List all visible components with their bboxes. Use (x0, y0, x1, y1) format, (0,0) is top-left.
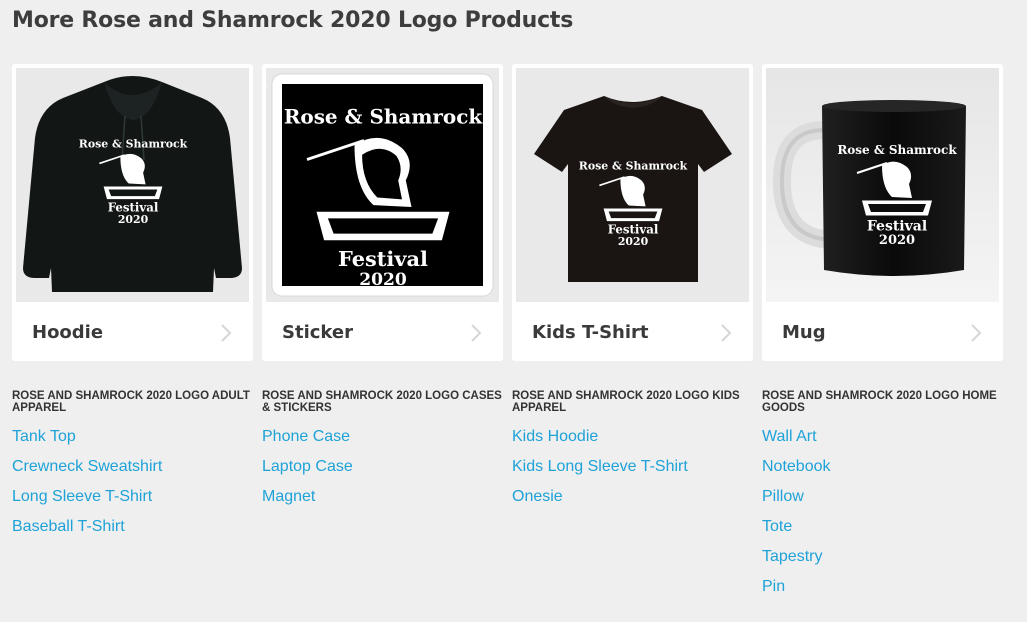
link-long-sleeve-t-shirt[interactable]: Long Sleeve T-Shirt (12, 488, 152, 505)
chevron-right-icon (971, 324, 982, 342)
link-kids-hoodie[interactable]: Kids Hoodie (512, 428, 598, 445)
artwork-text: Rose & Shamrock (284, 104, 484, 128)
product-label-sticker: Sticker (282, 322, 353, 343)
link-laptop-case[interactable]: Laptop Case (262, 458, 353, 475)
link-pillow[interactable]: Pillow (762, 488, 804, 505)
list-item: Crewneck Sweatshirt (12, 458, 253, 488)
link-phone-case[interactable]: Phone Case (262, 428, 350, 445)
link-magnet[interactable]: Magnet (262, 488, 315, 505)
list-item: Phone Case (262, 428, 503, 458)
artwork-text: Rose & Shamrock (79, 137, 188, 150)
hoodie-image: Rose & Shamrock Festival 2020 (16, 68, 249, 302)
list-item: Tote (762, 518, 1003, 548)
category-link-columns: Rose and Shamrock 2020 Logo Adult Appare… (12, 390, 1012, 610)
product-label-kids-t-shirt: Kids T-Shirt (532, 322, 649, 343)
artwork-text: Festival (108, 201, 159, 215)
list-item: Wall Art (762, 428, 1003, 458)
link-baseball-t-shirt[interactable]: Baseball T-Shirt (12, 518, 125, 535)
list-item: Notebook (762, 458, 1003, 488)
product-cards: Rose & Shamrock Festival 2020 Hoodie Ros… (12, 64, 1012, 361)
artwork-text: 2020 (118, 213, 149, 226)
link-tank-top[interactable]: Tank Top (12, 428, 76, 445)
link-tote[interactable]: Tote (762, 518, 792, 535)
link-notebook[interactable]: Notebook (762, 458, 831, 475)
artwork-text: 2020 (879, 233, 915, 248)
category-link-list: Wall Art Notebook Pillow Tote Tapestry P… (762, 428, 1003, 608)
category-adult-apparel: Rose and Shamrock 2020 Logo Adult Appare… (12, 390, 253, 548)
artwork-text: 2020 (618, 235, 649, 248)
mug-image: Rose & Shamrock Festival 2020 (766, 68, 999, 302)
category-link-list: Tank Top Crewneck Sweatshirt Long Sleeve… (12, 428, 253, 548)
product-card-sticker[interactable]: Rose & Shamrock Festival 2020 Sticker (262, 64, 503, 361)
artwork-text: Festival (867, 219, 927, 235)
category-heading: Rose and Shamrock 2020 Logo Cases & Stic… (262, 390, 502, 414)
category-heading: Rose and Shamrock 2020 Logo Home Goods (762, 390, 997, 414)
artwork-text: Rose & Shamrock (579, 159, 688, 172)
product-label-mug: Mug (782, 322, 826, 343)
list-item: Kids Long Sleeve T-Shirt (512, 458, 753, 488)
list-item: Tapestry (762, 548, 1003, 578)
product-label-hoodie: Hoodie (32, 322, 104, 343)
category-cases-stickers: Rose and Shamrock 2020 Logo Cases & Stic… (262, 390, 503, 518)
list-item: Baseball T-Shirt (12, 518, 253, 548)
list-item: Long Sleeve T-Shirt (12, 488, 253, 518)
page-title: More Rose and Shamrock 2020 Logo Product… (12, 8, 574, 33)
chevron-right-icon (721, 324, 732, 342)
link-onesie[interactable]: Onesie (512, 488, 563, 505)
link-tapestry[interactable]: Tapestry (762, 548, 822, 565)
category-kids-apparel: Rose and Shamrock 2020 Logo Kids Apparel… (512, 390, 753, 518)
list-item: Magnet (262, 488, 503, 518)
artwork-text: Festival (338, 246, 428, 271)
chevron-right-icon (471, 324, 482, 342)
artwork-text: Festival (608, 223, 659, 237)
artwork-text: Rose & Shamrock (837, 143, 957, 157)
link-kids-long-sleeve-t-shirt[interactable]: Kids Long Sleeve T-Shirt (512, 458, 688, 475)
product-card-kids-t-shirt[interactable]: Rose & Shamrock Festival 2020 Kids T-Shi… (512, 64, 753, 361)
sticker-image: Rose & Shamrock Festival 2020 (266, 68, 499, 302)
list-item: Laptop Case (262, 458, 503, 488)
link-pin[interactable]: Pin (762, 578, 785, 595)
list-item: Pillow (762, 488, 1003, 518)
kids-t-shirt-image: Rose & Shamrock Festival 2020 (516, 68, 749, 302)
category-link-list: Phone Case Laptop Case Magnet (262, 428, 503, 518)
chevron-right-icon (221, 324, 232, 342)
list-item: Kids Hoodie (512, 428, 753, 458)
link-wall-art[interactable]: Wall Art (762, 428, 817, 445)
product-card-mug[interactable]: Rose & Shamrock Festival 2020 Mug (762, 64, 1003, 361)
category-home-goods: Rose and Shamrock 2020 Logo Home Goods W… (762, 390, 1003, 608)
product-card-hoodie[interactable]: Rose & Shamrock Festival 2020 Hoodie (12, 64, 253, 361)
category-link-list: Kids Hoodie Kids Long Sleeve T-Shirt One… (512, 428, 753, 518)
list-item: Tank Top (12, 428, 253, 458)
artwork-text: 2020 (359, 270, 407, 290)
list-item: Pin (762, 578, 1003, 608)
category-heading: Rose and Shamrock 2020 Logo Kids Apparel (512, 390, 740, 414)
category-heading: Rose and Shamrock 2020 Logo Adult Appare… (12, 390, 250, 414)
list-item: Onesie (512, 488, 753, 518)
link-crewneck-sweatshirt[interactable]: Crewneck Sweatshirt (12, 458, 162, 475)
